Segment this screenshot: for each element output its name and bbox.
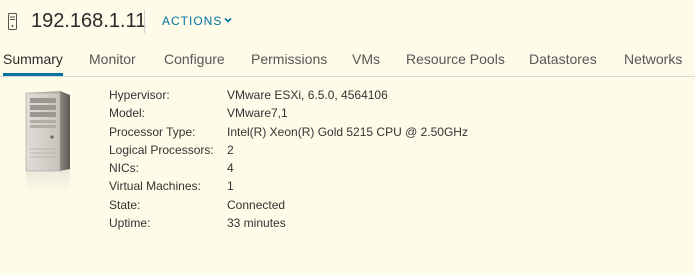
tab-permissions[interactable]: Permissions bbox=[251, 44, 327, 75]
property-label: Virtual Machines: bbox=[109, 179, 201, 194]
property-value: Connected bbox=[227, 197, 286, 212]
tab-configure[interactable]: Configure bbox=[164, 44, 225, 75]
property-label: Model: bbox=[109, 106, 146, 121]
tab-bar: Summary Monitor Configure Permissions VM… bbox=[0, 44, 695, 77]
property-label: Uptime: bbox=[109, 216, 151, 231]
tab-monitor[interactable]: Monitor bbox=[89, 44, 136, 75]
tab-summary[interactable]: Summary bbox=[3, 44, 63, 76]
property-value: 33 minutes bbox=[227, 216, 286, 231]
chevron-down-icon bbox=[224, 17, 232, 23]
property-value: 2 bbox=[227, 142, 234, 157]
server-tower-illustration bbox=[25, 91, 70, 199]
property-label: Hypervisor: bbox=[109, 88, 170, 102]
tab-datastores[interactable]: Datastores bbox=[529, 44, 597, 75]
property-value: 1 bbox=[227, 179, 234, 194]
page-title: 192.168.1.11 bbox=[31, 10, 147, 32]
property-value: VMware ESXi, 6.5.0, 4564106 bbox=[227, 88, 388, 102]
property-label: Processor Type: bbox=[109, 124, 196, 139]
property-label: State: bbox=[109, 197, 141, 212]
property-value: 4 bbox=[227, 161, 234, 176]
tab-networks[interactable]: Networks bbox=[624, 44, 682, 75]
property-label: Logical Processors: bbox=[109, 142, 214, 157]
host-server-icon bbox=[8, 13, 17, 30]
property-label: NICs: bbox=[109, 161, 139, 176]
tab-resource-pools[interactable]: Resource Pools bbox=[406, 44, 505, 75]
actions-label: ACTIONS bbox=[162, 14, 223, 28]
actions-button[interactable]: ACTIONS bbox=[162, 13, 232, 29]
property-value: Intel(R) Xeon(R) Gold 5215 CPU @ 2.50GHz bbox=[227, 124, 468, 139]
tab-vms[interactable]: VMs bbox=[352, 44, 380, 75]
object-header: 192.168.1.11 ACTIONS bbox=[0, 0, 695, 42]
header-divider bbox=[144, 10, 145, 33]
property-value: VMware7,1 bbox=[227, 106, 288, 121]
